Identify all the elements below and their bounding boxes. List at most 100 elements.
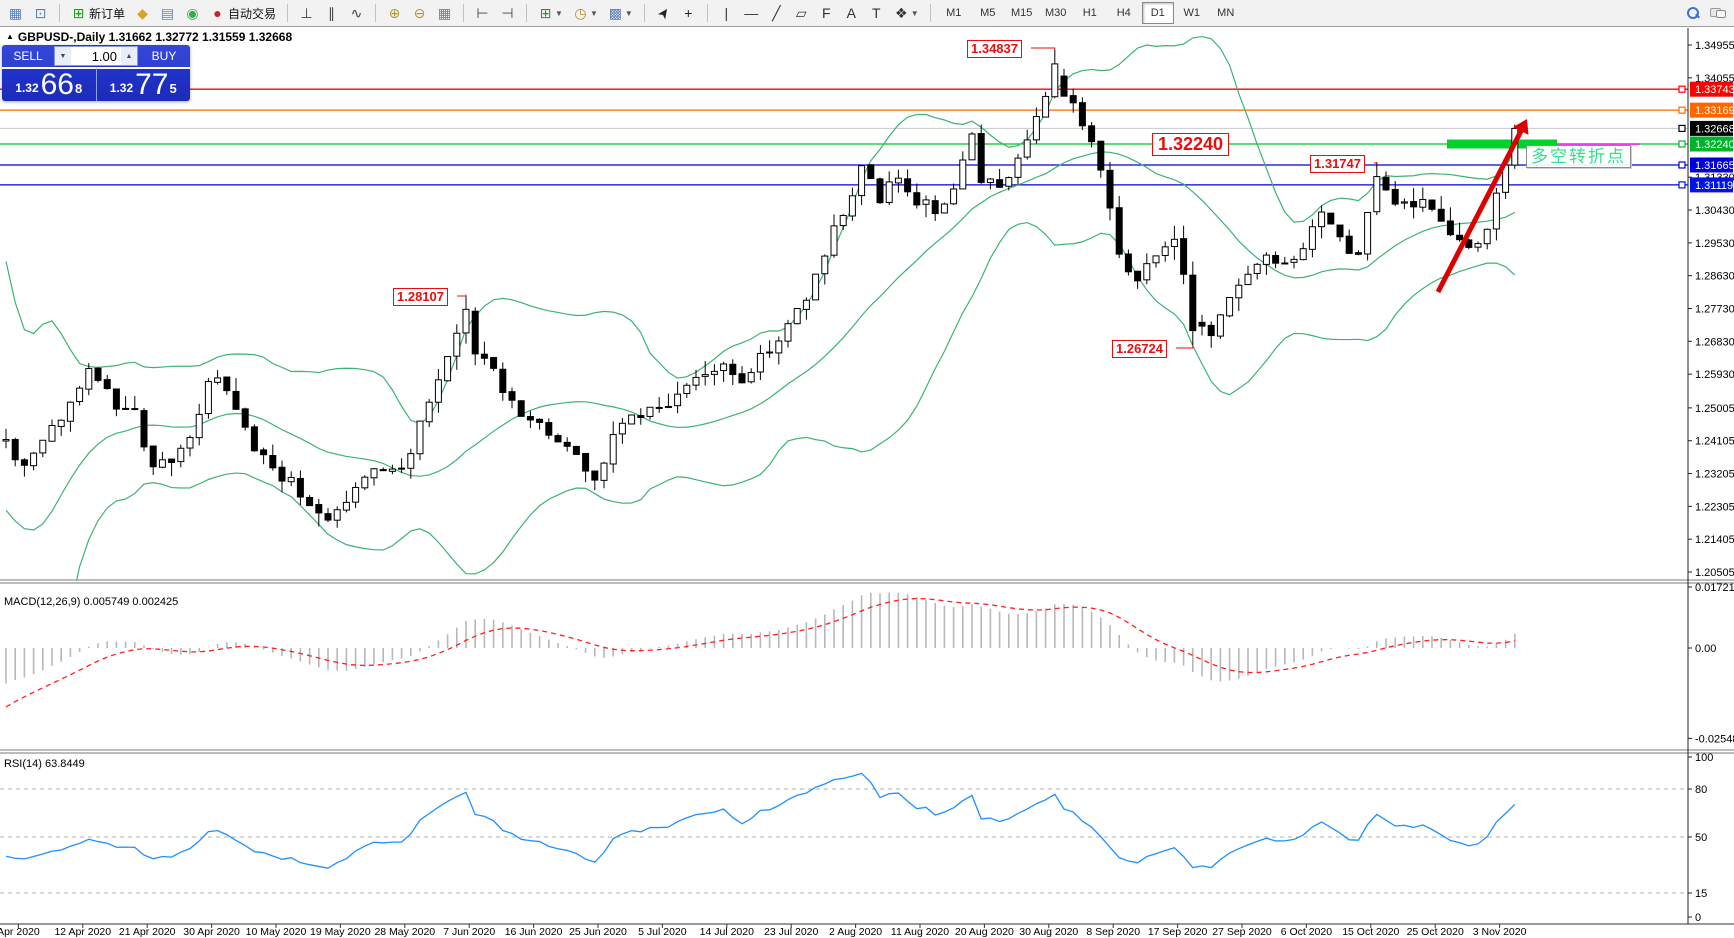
candle-body <box>1273 256 1279 264</box>
bar-chart-button[interactable]: ⊥ <box>294 1 319 25</box>
auto-scroll-button[interactable]: ⊢ <box>470 1 495 25</box>
volume-decrease-button[interactable]: ▼ <box>55 47 71 65</box>
text-label-button[interactable]: T <box>864 1 889 25</box>
candle-body <box>1263 255 1269 264</box>
window-button[interactable]: ▦ <box>3 1 28 25</box>
candle-body <box>1125 254 1131 272</box>
rsi-label: RSI(14) 63.8449 <box>4 758 85 770</box>
candle-body <box>1227 298 1233 316</box>
horizontal-line-button[interactable]: — <box>739 1 764 25</box>
axis-tick-label: 1.26830 <box>1695 336 1734 348</box>
chart-shift-button[interactable]: ⊣ <box>495 1 520 25</box>
new-order-button[interactable]: ⊞新订单 <box>66 1 130 25</box>
candle-body <box>1116 208 1122 254</box>
arrows-button[interactable]: ❖▼ <box>889 1 924 25</box>
line-anchor-square[interactable] <box>1679 162 1685 168</box>
template-button[interactable]: ▩▼ <box>603 1 638 25</box>
candle-body <box>831 226 837 255</box>
candle-chart-icon: ∥ <box>324 6 339 20</box>
vertical-line-button[interactable]: | <box>714 1 739 25</box>
period-clock-button[interactable]: ◷▼ <box>568 1 603 25</box>
candle-body <box>325 514 331 520</box>
toolbar-group-5: ⊞▼◷▼▩▼ <box>530 1 641 25</box>
candle-body <box>546 423 552 436</box>
crosshair-icon: + <box>681 6 696 20</box>
sell-button[interactable]: SELL <box>2 45 54 67</box>
price-annotation-1.32240[interactable]: 1.32240 <box>1152 133 1229 156</box>
sell-price-button[interactable]: 1.32668 <box>2 67 97 101</box>
volume-input[interactable]: 1.00 <box>71 47 121 65</box>
zoom-in-button[interactable]: ⊕ <box>382 1 407 25</box>
tile-windows-button[interactable]: ▦ <box>432 1 457 25</box>
expert-advisor-button[interactable]: ▤ <box>155 1 180 25</box>
cursor-button[interactable]: ➤ <box>651 1 676 25</box>
rsi-line[interactable] <box>6 773 1515 868</box>
candle-body <box>675 394 681 406</box>
buy-button[interactable]: BUY <box>138 45 190 67</box>
price-annotation-1.26724[interactable]: 1.26724 <box>1112 340 1167 358</box>
date-label: 15 Oct 2020 <box>1342 926 1399 938</box>
price-annotation-1.34837[interactable]: 1.34837 <box>967 40 1022 58</box>
chart-collapse-icon[interactable]: ▲ <box>6 32 14 41</box>
timeframe-h4-button[interactable]: H4 <box>1108 2 1140 24</box>
volume-increase-button[interactable]: ▲ <box>121 47 137 65</box>
timeframe-m15-button[interactable]: M15 <box>1006 2 1038 24</box>
candle-body <box>1162 247 1168 256</box>
candle-chart-button[interactable]: ∥ <box>319 1 344 25</box>
candle-body <box>665 406 671 407</box>
zoom-out-icon: ⊖ <box>412 6 427 20</box>
print-preview-button[interactable]: ⊡ <box>28 1 53 25</box>
add-indicator-button[interactable]: ⊞▼ <box>533 1 568 25</box>
zoom-out-button[interactable]: ⊖ <box>407 1 432 25</box>
candle-body <box>362 477 368 488</box>
timeframe-d1-button[interactable]: D1 <box>1142 2 1174 24</box>
search-icon[interactable] <box>1686 6 1700 20</box>
bollinger-lower-band[interactable] <box>6 223 1515 760</box>
trendline-button[interactable]: ╱ <box>764 1 789 25</box>
rsi-axis-label: 15 <box>1695 888 1707 900</box>
candle-body <box>537 419 543 422</box>
price-annotation-1.28107[interactable]: 1.28107 <box>393 288 448 306</box>
channel-button[interactable]: ▱ <box>789 1 814 25</box>
price-badge-label: 1.33169 <box>1695 105 1734 117</box>
text-icon: A <box>844 6 859 20</box>
text-button[interactable]: A <box>839 1 864 25</box>
date-label: 30 Aug 2020 <box>1019 926 1078 938</box>
candle-body <box>67 402 73 421</box>
crosshair-button[interactable]: + <box>676 1 701 25</box>
time-axis: Apr 202012 Apr 202021 Apr 202030 Apr 202… <box>0 924 1527 938</box>
timeframe-m30-button[interactable]: M30 <box>1040 2 1072 24</box>
fibonacci-button[interactable]: F <box>814 1 839 25</box>
macd-signal-line[interactable] <box>6 599 1515 707</box>
price-badge-label: 1.32240 <box>1695 139 1734 151</box>
candle-body <box>113 389 119 409</box>
line-chart-button[interactable]: ∿ <box>344 1 369 25</box>
horizontal-line-icon: — <box>744 6 759 20</box>
line-anchor-square[interactable] <box>1679 141 1685 147</box>
candle-body <box>445 357 451 381</box>
candle-body <box>353 487 359 502</box>
candle-body <box>270 455 276 467</box>
timeframe-h1-button[interactable]: H1 <box>1074 2 1106 24</box>
line-anchor-square[interactable] <box>1679 125 1685 131</box>
auto-trading-button[interactable]: ●自动交易 <box>205 1 281 25</box>
deposit-button[interactable]: ◆ <box>130 1 155 25</box>
timeframe-mn-button[interactable]: MN <box>1210 2 1242 24</box>
timeframe-m1-button[interactable]: M1 <box>938 2 970 24</box>
line-anchor-square[interactable] <box>1679 86 1685 92</box>
timeframe-w1-button[interactable]: W1 <box>1176 2 1208 24</box>
chat-icon[interactable] <box>1710 7 1726 19</box>
signals-button[interactable]: ◉ <box>180 1 205 25</box>
bar-chart-icon: ⊥ <box>299 6 314 20</box>
candle-body <box>840 215 846 225</box>
toolbar-group-2: ⊥ ∥ ∿ <box>291 1 372 25</box>
buy-price-button[interactable]: 1.32775 <box>97 67 191 101</box>
price-annotation-1.31747[interactable]: 1.31747 <box>1310 155 1365 173</box>
candle-body <box>454 333 460 356</box>
turning-point-text-note[interactable]: 多空转折点 <box>1526 145 1631 168</box>
axis-tick-label: 1.28630 <box>1695 271 1734 283</box>
line-anchor-square[interactable] <box>1679 182 1685 188</box>
candle-body <box>95 368 101 380</box>
line-anchor-square[interactable] <box>1679 107 1685 113</box>
timeframe-m5-button[interactable]: M5 <box>972 2 1004 24</box>
